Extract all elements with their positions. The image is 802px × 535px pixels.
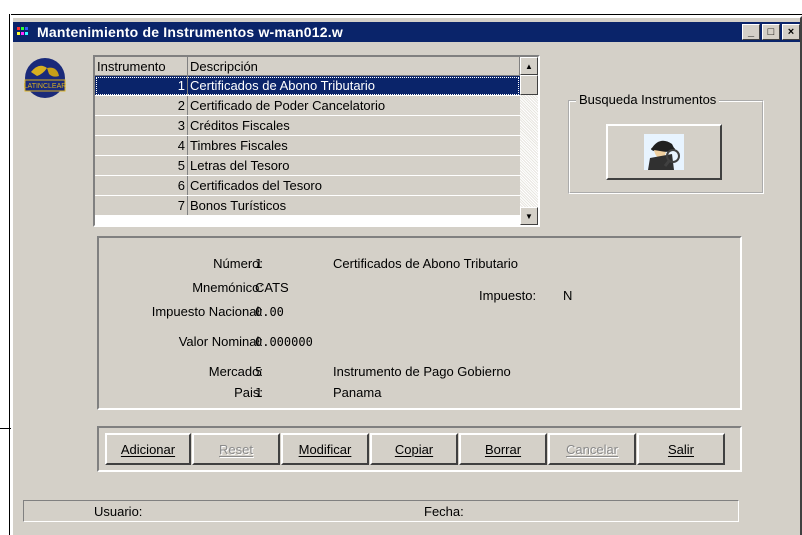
- row-desc: Certificados de Abono Tributario: [190, 78, 375, 93]
- search-group-label: Busqueda Instrumentos: [576, 92, 720, 107]
- scroll-up-arrow-icon[interactable]: ▲: [520, 57, 538, 75]
- row-num: 7: [95, 196, 188, 215]
- mercado-value: 5: [255, 365, 263, 379]
- status-bar: Usuario: Fecha:: [23, 500, 739, 522]
- borrar-button[interactable]: Borrar: [459, 433, 547, 465]
- impuesto-label: Impuesto:: [479, 288, 537, 303]
- numero-value: 1: [255, 257, 263, 271]
- search-group: Busqueda Instrumentos: [568, 92, 764, 194]
- pais-description: Panama: [333, 385, 382, 400]
- instrument-details-panel: Número: 1 Certificados de Abono Tributar…: [97, 236, 742, 410]
- column-header-instrumento[interactable]: Instrumento: [95, 57, 188, 75]
- mercado-description: Instrumento de Pago Gobierno: [333, 364, 511, 379]
- list-row[interactable]: 6 Certificados del Tesoro: [95, 176, 520, 196]
- cancelar-button[interactable]: Cancelar: [548, 433, 636, 465]
- window-title: Mantenimiento de Instrumentos w-man012.w: [37, 24, 343, 40]
- salir-button[interactable]: Salir: [637, 433, 725, 465]
- row-desc: Créditos Fiscales: [190, 118, 290, 133]
- row-desc: Certificados del Tesoro: [190, 178, 322, 193]
- title-bar[interactable]: Mantenimiento de Instrumentos w-man012.w…: [13, 22, 800, 42]
- list-row[interactable]: 1 Certificados de Abono Tributario: [95, 76, 520, 96]
- copiar-button[interactable]: Copiar: [370, 433, 458, 465]
- row-num: 1: [95, 76, 188, 95]
- list-header: Instrumento Descripción: [95, 57, 520, 76]
- instrument-list[interactable]: Instrumento Descripción 1 Certificados de…: [93, 55, 540, 227]
- maximize-button[interactable]: □: [762, 24, 780, 40]
- pais-value: 1: [255, 386, 263, 400]
- row-desc: Certificado de Poder Cancelatorio: [190, 98, 386, 113]
- scroll-down-arrow-icon[interactable]: ▼: [520, 207, 538, 225]
- list-row[interactable]: 2 Certificado de Poder Cancelatorio: [95, 96, 520, 116]
- detective-search-icon: [644, 134, 684, 170]
- search-instruments-button[interactable]: [606, 124, 722, 180]
- row-desc: Bonos Turísticos: [190, 198, 287, 213]
- valor-nominal-label: Valor Nominal:: [178, 334, 263, 349]
- list-row[interactable]: 7 Bonos Turísticos: [95, 196, 520, 216]
- valor-nominal-value: 0.000000: [255, 335, 313, 349]
- list-row[interactable]: 5 Letras del Tesoro: [95, 156, 520, 176]
- reset-button[interactable]: Reset: [192, 433, 280, 465]
- outer-frame-top: [11, 14, 802, 15]
- impuesto-nacional-label: Impuesto Nacional:: [151, 304, 263, 319]
- scroll-thumb[interactable]: [520, 75, 538, 95]
- minimize-button[interactable]: _: [742, 24, 760, 40]
- numero-description: Certificados de Abono Tributario: [333, 256, 518, 271]
- list-row[interactable]: 3 Créditos Fiscales: [95, 116, 520, 136]
- list-scrollbar[interactable]: ▲ ▼: [520, 57, 538, 225]
- row-num: 6: [95, 176, 188, 195]
- row-num: 2: [95, 96, 188, 115]
- latinclear-logo: LATINCLEAR: [23, 56, 67, 100]
- row-num: 5: [95, 156, 188, 175]
- row-desc: Timbres Fiscales: [190, 138, 288, 153]
- outer-connector-line: [0, 428, 11, 429]
- outer-frame-left: [9, 14, 10, 535]
- modificar-button[interactable]: Modificar: [281, 433, 369, 465]
- action-button-bar: Adicionar Reset Modificar Copiar Borrar …: [97, 426, 742, 472]
- mnemonico-value: CATS: [255, 280, 289, 295]
- close-button[interactable]: ×: [782, 24, 800, 40]
- app-icon: [17, 25, 33, 39]
- logo-text: LATINCLEAR: [24, 83, 67, 90]
- status-date-label: Fecha:: [424, 504, 464, 519]
- row-num: 3: [95, 116, 188, 135]
- app-window: Mantenimiento de Instrumentos w-man012.w…: [11, 16, 802, 535]
- impuesto-nacional-value: 0.00: [255, 305, 284, 319]
- row-desc: Letras del Tesoro: [190, 158, 290, 173]
- list-row[interactable]: 4 Timbres Fiscales: [95, 136, 520, 156]
- row-num: 4: [95, 136, 188, 155]
- adicionar-button[interactable]: Adicionar: [105, 433, 191, 465]
- impuesto-value: N: [563, 288, 573, 303]
- column-header-descripcion[interactable]: Descripción: [188, 57, 520, 75]
- mnemonico-label: Mnemónico:: [192, 280, 263, 295]
- status-user-label: Usuario:: [94, 504, 143, 519]
